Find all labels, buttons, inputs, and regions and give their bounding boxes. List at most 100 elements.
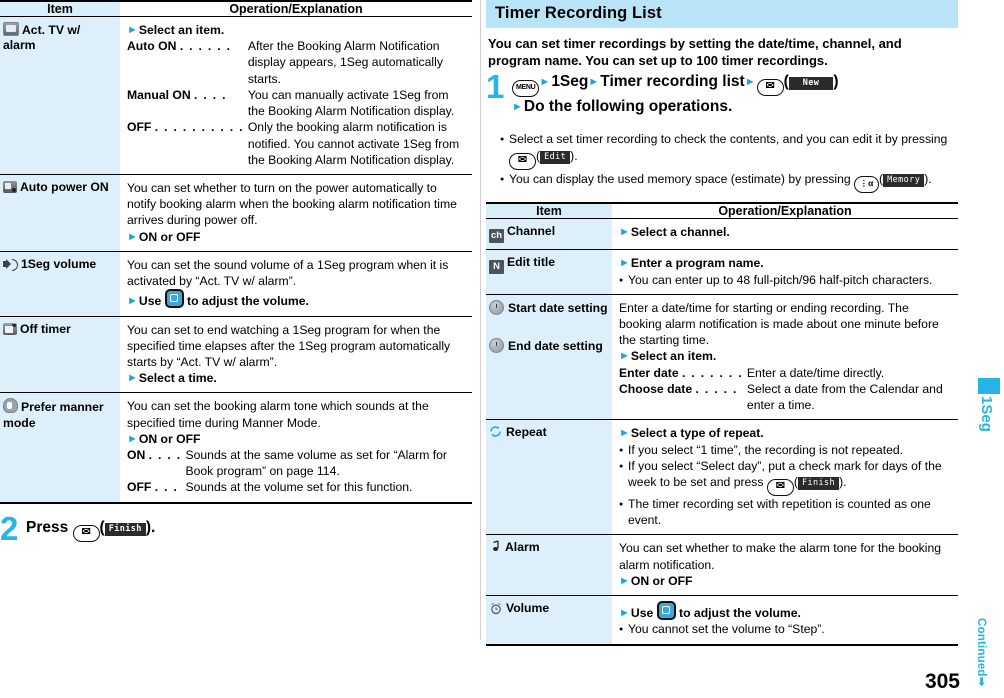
- imode-key-icon[interactable]: ⋮α: [854, 176, 880, 194]
- item-label: Channel: [507, 224, 556, 239]
- step-line-1: MENU ►1Seg►Timer recording list► ✉(New): [512, 72, 958, 98]
- item-label: Auto power ON: [20, 179, 109, 194]
- table-row: NEdit title ►Enter a program name. You c…: [486, 249, 958, 295]
- definition-term: Manual ON . . . .: [127, 87, 227, 102]
- lead-prefix: Use: [630, 606, 654, 621]
- continued-label: Continued➡: [975, 617, 987, 687]
- manual-page: Item Operation/Explanation Act. TV w/ al…: [0, 0, 1004, 698]
- table-row: Volume ►Use to adjust the volume. You ca…: [486, 595, 958, 646]
- row-operation-cell: You can set whether to make the alarm to…: [612, 534, 958, 597]
- row-item-cell: Act. TV w/ alarm: [0, 16, 120, 175]
- row-operation-cell: ►Use to adjust the volume. You cannot se…: [612, 595, 958, 646]
- definition-term: OFF . . .: [127, 480, 179, 495]
- lead-text: ON or OFF: [138, 431, 201, 446]
- row-operation-cell: Enter a date/time for starting or ending…: [612, 294, 958, 421]
- note-item: You can enter up to 48 full-pitch/96 hal…: [619, 272, 952, 289]
- definition-desc: Enter a date/time directly.: [746, 365, 885, 380]
- item-label: Repeat: [506, 425, 547, 440]
- path-1seg[interactable]: 1Seg: [551, 73, 588, 90]
- softkey-finish[interactable]: Finish: [104, 522, 146, 536]
- row-operation-cell: ►Select a channel.: [612, 218, 958, 251]
- note-text: Select a set timer recording to check th…: [509, 132, 948, 147]
- definition-term: Enter date . . . . . . .: [619, 365, 743, 380]
- definition-list: Auto ON . . . . . . After the Booking Al…: [127, 38, 466, 168]
- item-label: 1Seg volume: [21, 256, 97, 271]
- lead-suffix: to adjust the volume.: [187, 294, 309, 309]
- menu-key-icon[interactable]: MENU: [512, 80, 540, 98]
- item-label: Alarm: [505, 540, 540, 555]
- definition-desc: Only the booking alarm notification is n…: [247, 120, 460, 167]
- row-operation-cell: ►Enter a program name. You can enter up …: [612, 249, 958, 295]
- paren-close: ): [833, 73, 839, 91]
- lead-line: ►Select an item.: [619, 348, 952, 364]
- definition-row: Manual ON . . . . You can manually activ…: [127, 87, 466, 119]
- table-row: 1Seg volume You can set the sound volume…: [0, 251, 472, 317]
- body-text: You can set to end watching a 1Seg progr…: [127, 322, 451, 369]
- path-timer-recording-list[interactable]: Timer recording list: [600, 73, 744, 90]
- arrow-icon: ►: [512, 101, 523, 114]
- note-suffix: ).: [570, 149, 578, 164]
- envelope-key-icon[interactable]: ✉: [766, 479, 794, 497]
- note-text: You can display the used memory space (e…: [509, 172, 851, 187]
- off-timer-icon: [3, 322, 17, 335]
- arrow-icon: ►: [127, 432, 138, 445]
- row-item-cell: Start date setting End date setting: [486, 294, 612, 421]
- envelope-key-icon[interactable]: ✉: [509, 153, 536, 171]
- row-item-cell: Alarm: [486, 534, 612, 597]
- right-spec-table: Item Operation/Explanation ch Channel ►Se…: [486, 202, 958, 646]
- n-icon: N: [489, 260, 504, 275]
- lead-line: ►Select an item.: [127, 22, 466, 38]
- lead-text: Select a type of repeat.: [630, 426, 764, 441]
- continued-text: Continued: [975, 617, 987, 677]
- row-item-cell: N Edit title: [486, 249, 612, 295]
- side-tab-label: 1Seg: [978, 396, 995, 432]
- definition-row: Choose date . . . . . Select a date from…: [619, 381, 952, 413]
- envelope-key-icon[interactable]: ✉: [756, 79, 784, 97]
- lead-text: Enter a program name.: [630, 256, 764, 271]
- definition-row: OFF . . . Sounds at the volume set for t…: [127, 479, 466, 495]
- power-icon: [3, 180, 17, 193]
- item-label: Prefer manner mode: [3, 400, 104, 430]
- alarm-clock-icon: [489, 601, 503, 615]
- right-column: Timer Recording List You can set timer r…: [486, 0, 958, 646]
- lead-suffix: to adjust the volume.: [679, 606, 801, 621]
- page-number: 305: [924, 670, 960, 693]
- definition-desc: You can manually activate 1Seg from the …: [247, 87, 455, 119]
- definition-desc: Sounds at the volume set for this functi…: [185, 480, 413, 495]
- paren-close: ).: [145, 518, 156, 536]
- clock-icon: [489, 338, 504, 354]
- softkey-finish[interactable]: Finish: [797, 477, 840, 491]
- note-item: Select a set timer recording to check th…: [500, 131, 958, 171]
- left-column: Item Operation/Explanation Act. TV w/ al…: [0, 0, 472, 558]
- softkey-edit[interactable]: Edit: [540, 151, 571, 165]
- step-line-2: ►Do the following operations.: [512, 97, 958, 116]
- header-item: Item: [0, 0, 120, 17]
- body-text: You can set the booking alarm tone which…: [127, 399, 429, 430]
- row-item-cell: Repeat: [486, 419, 612, 536]
- lead-line: ►ON or OFF: [127, 229, 466, 245]
- row-item-cell: ch Channel: [486, 218, 612, 251]
- row-item-cell: Off timer: [0, 316, 120, 394]
- item-label: Off timer: [20, 321, 71, 336]
- step-number: 2: [0, 509, 19, 547]
- arrow-icon: ►: [619, 427, 630, 440]
- arrow-icon: ►: [619, 257, 630, 270]
- table-row: Auto power ON You can set whether to tur…: [0, 174, 472, 252]
- softkey-new[interactable]: New: [788, 77, 834, 91]
- row-operation-cell: You can set the booking alarm tone which…: [120, 392, 472, 504]
- tv-icon: [3, 22, 19, 36]
- step-1: 1 MENU ►1Seg►Timer recording list► ✉(New) …: [486, 70, 958, 124]
- lead-text: ON or OFF: [138, 229, 201, 244]
- softkey-memory[interactable]: Memory: [883, 174, 925, 188]
- item-label-group-start: Start date setting: [489, 299, 608, 316]
- arrow-icon: ►: [619, 574, 630, 587]
- definition-term: Auto ON . . . . . .: [127, 39, 232, 54]
- manner-mode-icon: [3, 398, 18, 414]
- speaker-icon: [3, 258, 18, 271]
- left-spec-table: Item Operation/Explanation Act. TV w/ al…: [0, 0, 472, 504]
- nav-key-icon[interactable]: [656, 601, 676, 621]
- lead-text: Select a channel.: [630, 225, 730, 240]
- step-body: MENU ►1Seg►Timer recording list► ✉(New) ►D…: [486, 72, 958, 116]
- paren-close: ).: [839, 475, 847, 490]
- arrow-icon: ►: [127, 295, 138, 308]
